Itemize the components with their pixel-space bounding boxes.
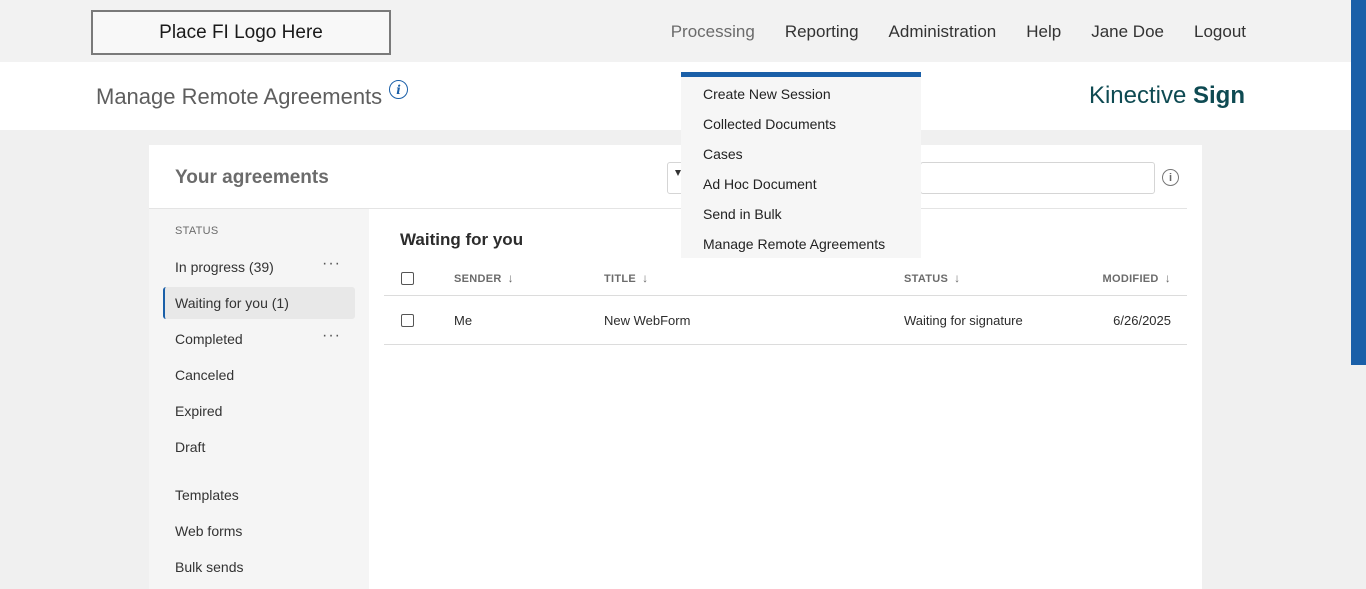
page-title: Manage Remote Agreements bbox=[96, 84, 383, 109]
row-checkbox[interactable] bbox=[401, 314, 414, 327]
sidebar-item-waiting-for-you[interactable]: Waiting for you (1) bbox=[163, 287, 355, 319]
nav-reporting[interactable]: Reporting bbox=[785, 22, 859, 42]
nav-processing[interactable]: Processing bbox=[671, 22, 755, 42]
card-header: Your agreements i bbox=[149, 145, 1202, 209]
select-all-checkbox[interactable] bbox=[401, 272, 414, 285]
page-scrollbar[interactable] bbox=[1351, 0, 1366, 365]
nav-user-name[interactable]: Jane Doe bbox=[1091, 22, 1164, 42]
sidebar-item-label: Canceled bbox=[175, 367, 235, 383]
column-label: MODIFIED bbox=[1102, 273, 1159, 285]
sidebar-item-web-forms[interactable]: Web forms bbox=[163, 515, 355, 547]
status-sidebar: STATUS In progress (39) ··· Waiting for … bbox=[149, 209, 369, 589]
brand-logo: Kinective Sign bbox=[1089, 82, 1245, 110]
nav-logout[interactable]: Logout bbox=[1194, 22, 1246, 42]
cell-modified: 6/26/2025 bbox=[1113, 313, 1171, 328]
menu-item-ad-hoc-document[interactable]: Ad Hoc Document bbox=[703, 176, 817, 192]
brand-name-light: Kinective bbox=[1088, 82, 1187, 109]
menu-item-collected-documents[interactable]: Collected Documents bbox=[703, 116, 836, 132]
menu-item-cases[interactable]: Cases bbox=[703, 146, 743, 162]
column-title[interactable]: TITLE ↓ bbox=[604, 271, 648, 285]
sidebar-item-label: Templates bbox=[175, 487, 239, 503]
sidebar-item-label: Completed bbox=[175, 331, 243, 347]
menu-item-manage-remote-agreements[interactable]: Manage Remote Agreements bbox=[703, 236, 885, 252]
table-header: SENDER ↓ TITLE ↓ STATUS ↓ MODIFIED ↓ bbox=[384, 265, 1187, 296]
info-icon[interactable]: i bbox=[389, 80, 408, 99]
sidebar-item-label: Web forms bbox=[175, 523, 243, 539]
sidebar-item-label: In progress (39) bbox=[175, 259, 274, 275]
column-sender[interactable]: SENDER ↓ bbox=[454, 271, 514, 285]
main-nav: Processing Reporting Administration Help… bbox=[671, 22, 1246, 42]
sort-arrow-icon: ↓ bbox=[954, 271, 961, 285]
sidebar-item-label: Expired bbox=[175, 403, 223, 419]
sort-arrow-icon: ↓ bbox=[507, 271, 514, 285]
sidebar-item-completed[interactable]: Completed ··· bbox=[163, 323, 355, 355]
card-title: Your agreements bbox=[175, 167, 329, 188]
sidebar-item-canceled[interactable]: Canceled bbox=[163, 359, 355, 391]
sidebar-item-label: Draft bbox=[175, 439, 206, 455]
cell-title: New WebForm bbox=[604, 313, 691, 328]
menu-item-create-new-session[interactable]: Create New Session bbox=[703, 86, 831, 102]
more-options-icon[interactable]: ··· bbox=[322, 328, 341, 344]
cell-status: Waiting for signature bbox=[904, 313, 1023, 328]
brand-name-bold: Sign bbox=[1193, 82, 1245, 109]
sidebar-item-label: Bulk sends bbox=[175, 559, 244, 575]
fi-logo-placeholder: Place FI Logo Here bbox=[91, 10, 391, 55]
column-status[interactable]: STATUS ↓ bbox=[904, 271, 960, 285]
column-modified[interactable]: MODIFIED ↓ bbox=[1103, 271, 1172, 285]
sort-arrow-icon: ↓ bbox=[642, 271, 649, 285]
search-info-icon[interactable]: i bbox=[1162, 169, 1179, 186]
sidebar-item-templates[interactable]: Templates bbox=[163, 479, 355, 511]
sidebar-heading: STATUS bbox=[175, 225, 219, 237]
cell-sender: Me bbox=[454, 313, 473, 328]
section-title: Waiting for you bbox=[400, 230, 524, 249]
sidebar-item-in-progress[interactable]: In progress (39) ··· bbox=[163, 251, 355, 283]
column-label: TITLE bbox=[604, 273, 637, 285]
sidebar-item-expired[interactable]: Expired bbox=[163, 395, 355, 427]
table-row[interactable]: Me New WebForm Waiting for signature 6/2… bbox=[384, 297, 1187, 345]
more-options-icon[interactable]: ··· bbox=[322, 256, 341, 272]
nav-help[interactable]: Help bbox=[1026, 22, 1061, 42]
sidebar-item-label: Waiting for you (1) bbox=[175, 295, 289, 311]
sidebar-item-draft[interactable]: Draft bbox=[163, 431, 355, 463]
processing-dropdown-menu: Create New Session Collected Documents C… bbox=[681, 72, 921, 258]
column-label: STATUS bbox=[904, 273, 949, 285]
sidebar-item-bulk-sends[interactable]: Bulk sends bbox=[163, 551, 355, 583]
agreements-card: Your agreements i STATUS In progress (39… bbox=[149, 145, 1202, 589]
search-input[interactable] bbox=[920, 162, 1155, 194]
column-label: SENDER bbox=[454, 273, 502, 285]
top-navigation-bar: Place FI Logo Here Processing Reporting … bbox=[0, 0, 1366, 62]
nav-administration[interactable]: Administration bbox=[889, 22, 997, 42]
sort-arrow-icon: ↓ bbox=[1164, 271, 1171, 285]
menu-item-send-in-bulk[interactable]: Send in Bulk bbox=[703, 206, 782, 222]
